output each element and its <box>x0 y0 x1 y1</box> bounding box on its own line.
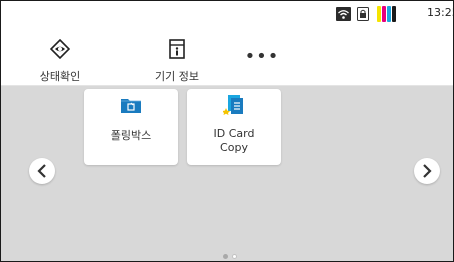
page-indicator <box>223 254 237 259</box>
app-area: 폴링박스 ID Card Copy <box>1 86 453 261</box>
more-button[interactable]: ••• <box>243 48 281 71</box>
device-info-label: 기기 정보 <box>155 70 199 83</box>
previous-page-button[interactable] <box>29 158 55 184</box>
status-bar: 13:25 <box>1 1 453 27</box>
toner-yellow <box>377 6 381 22</box>
wifi-icon <box>336 7 351 21</box>
app-tile-label: 폴링박스 <box>110 129 152 142</box>
chevron-right-icon <box>423 164 432 178</box>
info-icon <box>169 39 185 59</box>
status-check-button[interactable]: 상태확인 <box>27 38 93 84</box>
page-dot-active <box>223 254 228 259</box>
next-page-button[interactable] <box>414 158 440 184</box>
status-check-label: 상태확인 <box>39 70 81 83</box>
toner-magenta <box>382 6 386 22</box>
eye-diamond-icon <box>49 38 71 60</box>
printer-panel: 13:25 상태확인 기기 정보 ••• 폴링박스 <box>0 0 454 262</box>
chevron-left-icon <box>37 164 46 178</box>
app-tile-polling-box[interactable]: 폴링박스 <box>84 89 178 165</box>
app-tile-label-line1: ID Card <box>213 127 255 140</box>
toner-black <box>392 6 396 22</box>
device-info-button[interactable]: 기기 정보 <box>139 39 215 84</box>
page-dot-inactive <box>232 254 237 259</box>
lock-icon <box>357 7 369 21</box>
toner-levels <box>377 6 396 22</box>
app-tile-label: ID Card Copy <box>187 127 281 155</box>
id-card-copy-icon <box>223 95 243 115</box>
clock: 13:25 <box>427 6 453 19</box>
app-tile-label-line2: Copy <box>220 141 248 154</box>
toner-cyan <box>387 6 391 22</box>
folder-icon <box>121 99 141 113</box>
app-tile-id-card-copy[interactable]: ID Card Copy <box>187 89 281 165</box>
